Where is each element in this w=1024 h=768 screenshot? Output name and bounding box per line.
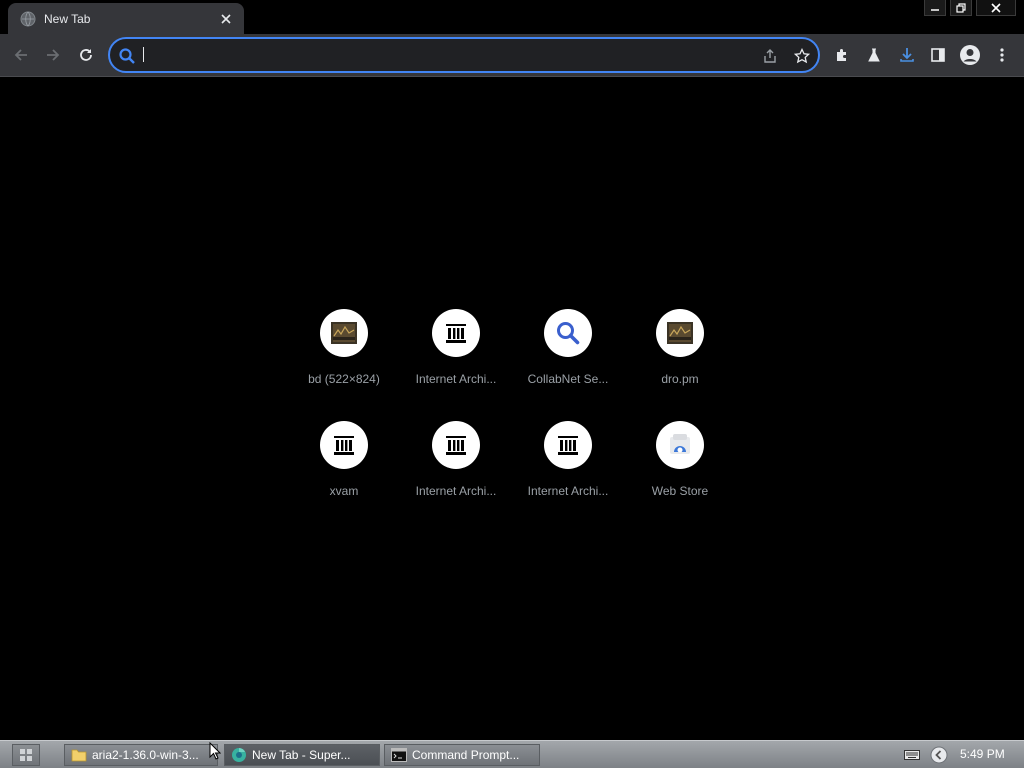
shortcut-label: xvam xyxy=(329,484,359,498)
web-store-icon xyxy=(656,421,704,469)
shortcut-label: Internet Archi... xyxy=(527,484,609,498)
shortcut-tile[interactable]: Internet Archi... xyxy=(400,421,512,533)
shortcut-tile[interactable]: Internet Archi... xyxy=(400,309,512,421)
keyboard-icon[interactable] xyxy=(903,746,921,764)
start-button[interactable] xyxy=(12,744,40,766)
archive-icon xyxy=(432,421,480,469)
close-icon[interactable] xyxy=(976,0,1016,16)
address-bar[interactable] xyxy=(108,37,820,73)
tab-title: New Tab xyxy=(44,11,91,26)
shortcut-tile[interactable]: dro.pm xyxy=(624,309,736,421)
shortcut-label: dro.pm xyxy=(661,372,699,386)
taskbar-item-folder[interactable]: aria2-1.36.0-win-3... xyxy=(64,744,218,766)
globe-icon xyxy=(20,11,36,27)
terminal-icon xyxy=(391,747,407,763)
taskbar-item-label: aria2-1.36.0-win-3... xyxy=(92,748,199,762)
shortcut-tile[interactable]: bd (522×824) xyxy=(288,309,400,421)
shortcut-tile[interactable]: CollabNet Se... xyxy=(512,309,624,421)
browser-toolbar xyxy=(0,34,1024,77)
labs-icon[interactable] xyxy=(862,43,886,67)
reload-icon[interactable] xyxy=(73,42,99,68)
share-icon[interactable] xyxy=(761,47,779,65)
search-icon xyxy=(544,309,592,357)
archive-icon xyxy=(320,421,368,469)
archive-icon xyxy=(432,309,480,357)
shortcut-tile[interactable]: xvam xyxy=(288,421,400,533)
window-controls xyxy=(924,0,1016,16)
clock: 5:49 PM xyxy=(960,747,1005,761)
taskbar: aria2-1.36.0-win-3... New Tab - Super...… xyxy=(0,740,1024,768)
address-input[interactable] xyxy=(142,45,742,67)
extensions-icon[interactable] xyxy=(830,43,854,67)
back-arrow-icon[interactable] xyxy=(8,42,34,68)
forward-arrow-icon[interactable] xyxy=(40,42,66,68)
minimize-icon[interactable] xyxy=(924,0,946,16)
shortcut-label: CollabNet Se... xyxy=(527,372,609,386)
browser-icon xyxy=(231,747,247,763)
menu-icon[interactable] xyxy=(990,43,1014,67)
shortcut-label: bd (522×824) xyxy=(308,372,380,386)
thumbnail-icon xyxy=(656,309,704,357)
side-panel-icon[interactable] xyxy=(926,43,950,67)
tray-expand-icon[interactable] xyxy=(930,746,948,764)
folder-icon xyxy=(71,747,87,763)
tab-close-icon[interactable] xyxy=(218,11,234,27)
download-icon[interactable] xyxy=(895,43,919,67)
text-caret xyxy=(143,47,144,62)
search-icon xyxy=(118,47,136,65)
taskbar-item-label: Command Prompt... xyxy=(412,748,520,762)
taskbar-item-label: New Tab - Super... xyxy=(252,748,351,762)
restore-icon[interactable] xyxy=(950,0,972,16)
shortcut-label: Internet Archi... xyxy=(415,372,497,386)
shortcut-tile[interactable]: Web Store xyxy=(624,421,736,533)
title-bar: New Tab xyxy=(0,0,1024,34)
tab-new-tab[interactable]: New Tab xyxy=(8,3,244,34)
taskbar-item-terminal[interactable]: Command Prompt... xyxy=(384,744,540,766)
taskbar-item-browser[interactable]: New Tab - Super... xyxy=(224,744,380,766)
shortcut-label: Internet Archi... xyxy=(415,484,497,498)
thumbnail-icon xyxy=(320,309,368,357)
profile-icon[interactable] xyxy=(958,43,982,67)
archive-icon xyxy=(544,421,592,469)
mouse-cursor-icon xyxy=(209,741,222,760)
bookmark-star-icon[interactable] xyxy=(793,47,811,65)
shortcut-tile[interactable]: Internet Archi... xyxy=(512,421,624,533)
shortcut-label: Web Store xyxy=(651,484,709,498)
